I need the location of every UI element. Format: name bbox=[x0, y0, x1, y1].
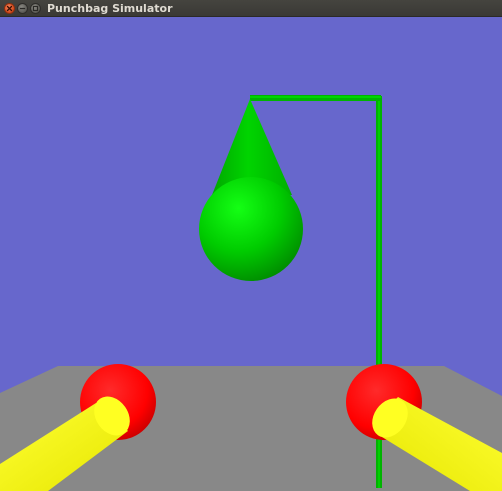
scene-canvas bbox=[0, 17, 502, 491]
window-title: Punchbag Simulator bbox=[47, 2, 173, 15]
maximize-icon bbox=[32, 5, 39, 12]
close-icon bbox=[6, 5, 13, 12]
minimize-button[interactable] bbox=[17, 3, 28, 14]
3d-viewport[interactable] bbox=[0, 17, 502, 491]
close-button[interactable] bbox=[4, 3, 15, 14]
title-bar[interactable]: Punchbag Simulator bbox=[0, 0, 502, 17]
minimize-icon bbox=[19, 7, 26, 10]
app-window: Punchbag Simulator bbox=[0, 0, 502, 491]
maximize-button[interactable] bbox=[30, 3, 41, 14]
